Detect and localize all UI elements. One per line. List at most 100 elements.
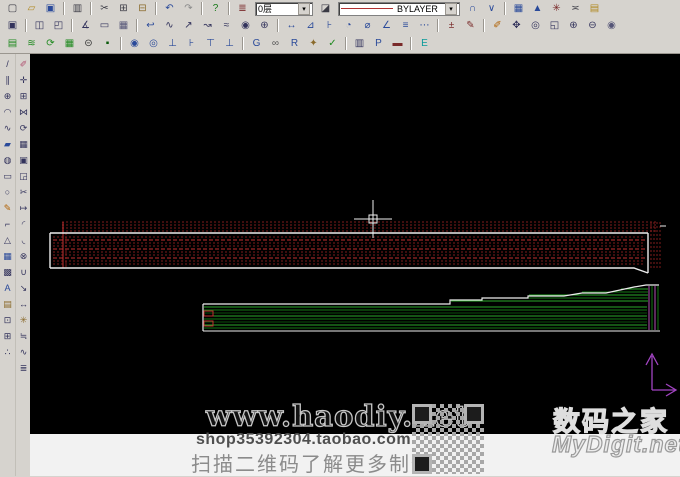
dim-linear-button[interactable]: ↔: [282, 17, 301, 34]
chamfer-tool[interactable]: ◟: [16, 232, 31, 248]
new-file-button[interactable]: ▢: [3, 0, 22, 17]
array-tool[interactable]: ▦: [16, 136, 31, 152]
copy-tool[interactable]: ⊞: [16, 88, 31, 104]
inquiry-distance-button[interactable]: ∡: [76, 17, 95, 34]
copy-button[interactable]: ⊞: [114, 0, 133, 17]
undo-view-button[interactable]: ↩: [141, 17, 160, 34]
rectangle-tool[interactable]: ▭: [0, 168, 15, 184]
match-properties-button[interactable]: ✐: [488, 17, 507, 34]
offset-tool[interactable]: ▣: [16, 152, 31, 168]
scale-tool[interactable]: ◲: [16, 168, 31, 184]
point-circle-tool[interactable]: ⊕: [0, 88, 15, 104]
dim-ordinate-button[interactable]: ⊦: [320, 17, 339, 34]
quick-leader-button[interactable]: ↗: [179, 17, 198, 34]
break-tool[interactable]: ⊗: [16, 248, 31, 264]
mirror-tool[interactable]: ⋈: [16, 104, 31, 120]
save-button[interactable]: ▣: [41, 0, 60, 17]
osnap-perpendicular-button[interactable]: ⊥: [163, 35, 182, 52]
dbconnect-button[interactable]: ∞: [266, 35, 285, 52]
pan-realtime-button[interactable]: ✥: [507, 17, 526, 34]
zoom-extents-button[interactable]: ▣: [3, 17, 22, 34]
fillet-tool[interactable]: ◜: [16, 216, 31, 232]
donut-button[interactable]: ◉: [125, 35, 144, 52]
layer-previous-button[interactable]: ∨: [482, 0, 501, 17]
ellipse-tool[interactable]: ◍: [0, 152, 15, 168]
osnap-intersection-button[interactable]: ⊥: [220, 35, 239, 52]
dim-angular-button[interactable]: ∠: [377, 17, 396, 34]
point-marker-button[interactable]: ◉: [236, 17, 255, 34]
color-control-button[interactable]: ◪: [316, 0, 335, 17]
stretch-tool[interactable]: ↘: [16, 280, 31, 296]
hatch-tool[interactable]: ▦: [0, 248, 15, 264]
help-button[interactable]: ?: [206, 0, 225, 17]
dimension-style-button[interactable]: ▦: [509, 0, 528, 17]
line-tool[interactable]: /: [0, 56, 15, 72]
page-setup-button[interactable]: P: [369, 35, 388, 52]
layer-walk-button[interactable]: ▤: [3, 35, 22, 52]
undo-button[interactable]: ↶: [160, 0, 179, 17]
zoom-out-button[interactable]: ⊖: [583, 17, 602, 34]
cut-button[interactable]: ✂: [95, 0, 114, 17]
boundary-tool[interactable]: ▩: [0, 264, 15, 280]
named-views-button[interactable]: ◫: [30, 17, 49, 34]
inquiry-area-button[interactable]: ▭: [95, 17, 114, 34]
properties-tool[interactable]: ≣: [16, 360, 31, 376]
dim-edit-button[interactable]: ✎: [461, 17, 480, 34]
circle-tool[interactable]: ○: [0, 184, 15, 200]
dim-continue-button[interactable]: ⋯: [415, 17, 434, 34]
osnap-midpoint-button[interactable]: ⊦: [182, 35, 201, 52]
polygon-tool[interactable]: △: [0, 232, 15, 248]
layer-manager-button[interactable]: ≣: [233, 0, 252, 17]
dim-baseline-button[interactable]: ≡: [396, 17, 415, 34]
spline-tool[interactable]: ∿: [0, 120, 15, 136]
2d-solid-tool[interactable]: ▰: [0, 136, 15, 152]
join-tool[interactable]: ∪: [16, 264, 31, 280]
revision-cloud-button[interactable]: ≈: [217, 17, 236, 34]
arrow-leader-button[interactable]: ↝: [198, 17, 217, 34]
arc-tool[interactable]: ◠: [0, 104, 15, 120]
text-style-button[interactable]: ▲: [528, 0, 547, 17]
print-button[interactable]: ▥: [68, 0, 87, 17]
zoom-previous-button[interactable]: ◉: [602, 17, 621, 34]
explode-tool[interactable]: ✳: [16, 312, 31, 328]
lengthen-tool[interactable]: ↔: [16, 296, 31, 312]
point-tool[interactable]: ∴: [0, 344, 15, 360]
reference-edit-button[interactable]: R: [285, 35, 304, 52]
dim-diameter-button[interactable]: ⌀: [358, 17, 377, 34]
center-mark-button[interactable]: ⊕: [255, 17, 274, 34]
layer-translate-button[interactable]: ⟳: [41, 35, 60, 52]
layer-isolate-button[interactable]: ▦: [60, 35, 79, 52]
spline-leader-button[interactable]: ∿: [160, 17, 179, 34]
zoom-in-button[interactable]: ⊕: [564, 17, 583, 34]
layer-combo[interactable]: 0层 ▾: [255, 1, 313, 16]
image-button[interactable]: ▤: [585, 0, 604, 17]
trim-tool[interactable]: ✂: [16, 184, 31, 200]
redo-button[interactable]: ↷: [179, 0, 198, 17]
pedit-tool[interactable]: ∿: [16, 344, 31, 360]
chevron-down-icon[interactable]: ▾: [298, 2, 310, 15]
layer-match-button[interactable]: ≋: [22, 35, 41, 52]
construction-line-tool[interactable]: ∥: [0, 72, 15, 88]
chevron-down-icon[interactable]: ▾: [445, 2, 457, 15]
erase-tool[interactable]: ✐: [16, 56, 31, 72]
layer-freeze-button[interactable]: ▪: [98, 35, 117, 52]
osnap-endpoint-button[interactable]: ⊤: [201, 35, 220, 52]
3d-orbit-button[interactable]: ◰: [49, 17, 68, 34]
make-layer-current-button[interactable]: ∩: [463, 0, 482, 17]
dim-aligned-button[interactable]: ⊿: [301, 17, 320, 34]
linetype-combo[interactable]: BYLAYER ▾: [338, 1, 460, 16]
paste-button[interactable]: ⊟: [133, 0, 152, 17]
polyline-tool[interactable]: ⌐: [0, 216, 15, 232]
sketch-tool[interactable]: ✎: [0, 200, 15, 216]
layout-button[interactable]: ▥: [350, 35, 369, 52]
move-tool[interactable]: ✛: [16, 72, 31, 88]
render-button[interactable]: ▦: [114, 17, 133, 34]
text-tool[interactable]: A: [0, 280, 15, 296]
open-file-button[interactable]: ▱: [22, 0, 41, 17]
wblock-tool[interactable]: ⊞: [0, 328, 15, 344]
block-tool[interactable]: ▤: [0, 296, 15, 312]
insert-block-tool[interactable]: ⊡: [0, 312, 15, 328]
quick-dim-button[interactable]: ±: [442, 17, 461, 34]
explode-attributes-button[interactable]: ✳: [547, 0, 566, 17]
plot-preview-button[interactable]: ▬: [388, 35, 407, 52]
